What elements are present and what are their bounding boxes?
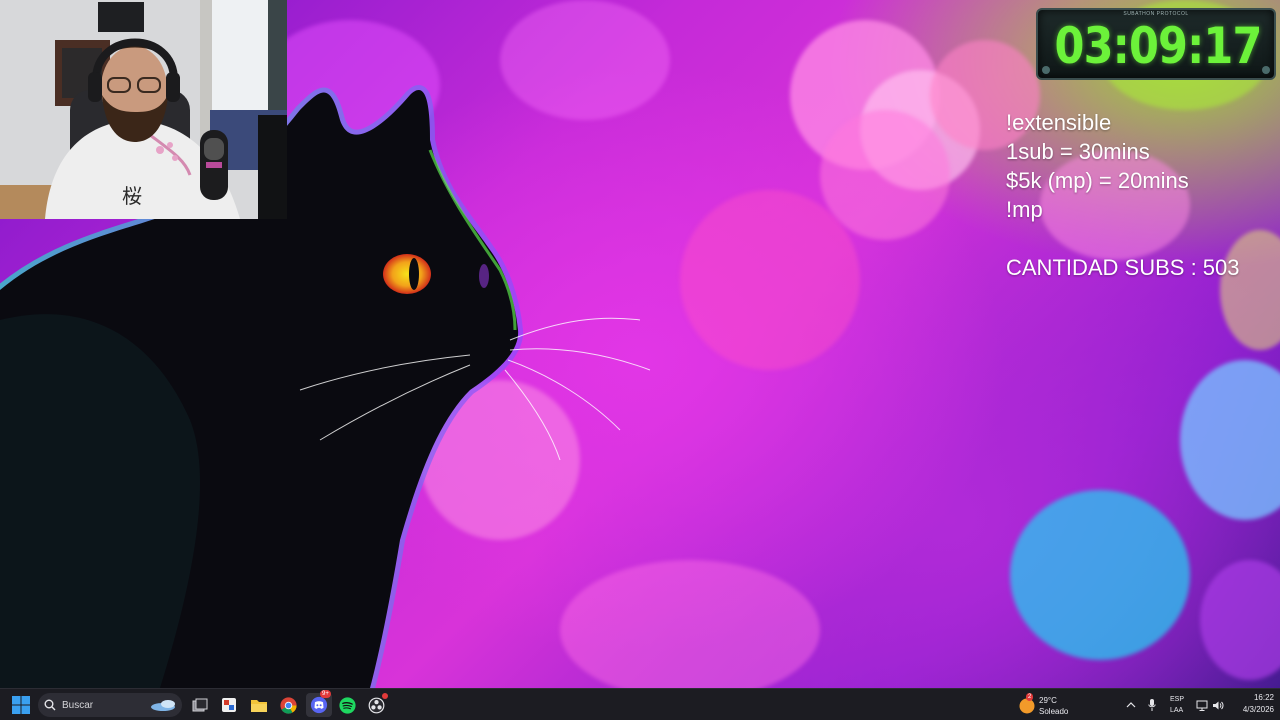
spotify-button[interactable] (335, 693, 359, 717)
windows-logo-icon (12, 696, 30, 714)
timer-display: 03:09:17 (1054, 17, 1263, 75)
clock-time: 16:22 (1253, 693, 1274, 702)
spotify-icon (338, 696, 356, 714)
volume-icon (1213, 701, 1224, 709)
file-explorer-icon (251, 700, 267, 712)
chevron-up-icon (1126, 702, 1136, 708)
microphone-tray-button[interactable] (1146, 699, 1158, 711)
overlay-line-donation-rate: $5k (mp) = 20mins (1006, 168, 1189, 193)
file-explorer-button[interactable] (247, 693, 271, 717)
image-editor-button[interactable] (217, 693, 241, 717)
clock-date: 4/3/2026 (1242, 705, 1274, 714)
show-hidden-icons-button[interactable] (1125, 699, 1137, 711)
overlay-line-mp-command: !mp (1006, 197, 1043, 222)
taskbar-search-box[interactable]: Buscar (38, 693, 182, 717)
shirt-kanji: 桜 (122, 184, 142, 208)
network-monitor-icon (1196, 700, 1208, 711)
taskbar-clock[interactable]: 16:22 4/3/2026 (1228, 693, 1274, 717)
network-tray-button[interactable] (1196, 699, 1208, 711)
webcam-scene (0, 0, 287, 219)
task-view-icon (192, 698, 208, 712)
discord-icon (310, 696, 328, 714)
keyboard-layout: LAA (1170, 707, 1184, 714)
taskbar: Buscar 9+ 2 29°C Soleado ESP LAA 16:22 4… (0, 688, 1280, 720)
task-view-button[interactable] (188, 693, 212, 717)
subathon-timer-widget: SUBATHON PROTOCOL 03:09:17 (1036, 8, 1276, 80)
obs-icon (368, 697, 384, 713)
weather-temperature: 29°C (1039, 696, 1057, 705)
obs-button[interactable] (364, 693, 388, 717)
search-icon (44, 699, 56, 711)
image-editor-icon (222, 698, 236, 712)
webcam-feed: 桜 (0, 0, 287, 219)
weather-condition: Soleado (1039, 707, 1069, 716)
microphone-icon (1148, 699, 1156, 711)
discord-notification-badge: 9+ (320, 690, 331, 698)
input-language-button[interactable]: ESP LAA (1166, 693, 1190, 717)
timer-corner-bolt-icon (1262, 66, 1270, 74)
volume-tray-button[interactable] (1212, 699, 1224, 711)
language-code: ESP (1170, 696, 1185, 703)
overlay-line-extensible: !extensible (1006, 110, 1112, 135)
search-placeholder: Buscar (62, 699, 94, 711)
weather-widget[interactable]: 2 29°C Soleado (1016, 691, 1076, 719)
start-button[interactable] (9, 693, 33, 717)
chrome-icon (279, 696, 297, 714)
overlay-subs-count: CANTIDAD SUBS : 503 (1006, 255, 1240, 280)
obs-recording-dot (382, 693, 388, 699)
search-highlight-icon (151, 700, 175, 711)
chrome-button[interactable] (276, 693, 300, 717)
timer-corner-bolt-icon (1042, 66, 1050, 74)
discord-button[interactable]: 9+ (306, 690, 332, 717)
subathon-info-overlay: !extensible 1sub = 30mins $5k (mp) = 20m… (1006, 108, 1280, 282)
overlay-spacer (1006, 224, 1280, 253)
overlay-line-sub-rate: 1sub = 30mins (1006, 139, 1150, 164)
